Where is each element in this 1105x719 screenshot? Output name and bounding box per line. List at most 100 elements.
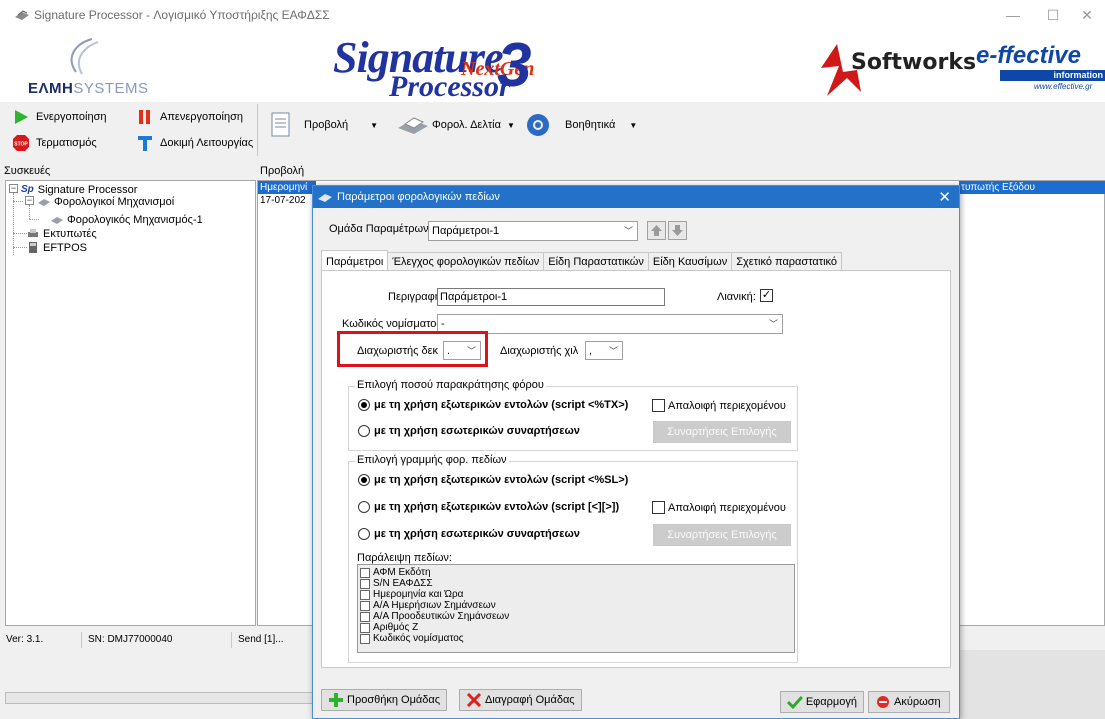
thousand-separator-select[interactable]: , ﹀ xyxy=(585,341,623,360)
cancel-icon xyxy=(877,696,889,708)
description-label: Περιγραφή: xyxy=(388,291,444,303)
tab-parameters[interactable]: Παράμετροι xyxy=(321,250,389,271)
apply-button[interactable]: Εφαρμογή xyxy=(780,691,864,713)
terminate-button[interactable]: STOP Τερματισμός xyxy=(12,134,97,152)
printer-icon xyxy=(28,229,38,237)
app-icon xyxy=(15,10,29,20)
printer-icon xyxy=(398,117,428,134)
list-item[interactable]: Ημερομηνία και Ώρα xyxy=(360,589,463,600)
list-item[interactable]: ΑΦΜ Εκδότη xyxy=(360,567,431,578)
fiscal-line-brackets-radio[interactable]: με τη χρήση εξωτερικών εντολών (script [… xyxy=(358,501,619,513)
withholding-group-title: Επιλογή ποσού παρακράτησης φόρου xyxy=(355,379,546,391)
app-icon xyxy=(318,194,332,202)
expand-root-toggle[interactable]: − xyxy=(9,184,18,193)
close-window-button[interactable]: ✕ xyxy=(1064,0,1105,30)
toolbar-separator xyxy=(257,104,258,156)
chevron-down-icon: ▼ xyxy=(629,120,638,130)
move-down-button[interactable] xyxy=(668,221,687,240)
delete-x-icon xyxy=(466,693,482,707)
tax-fields-dialog: Παράμετροι φορολογικών πεδίων ✕ Ομάδα Πα… xyxy=(312,185,960,719)
test-t-icon xyxy=(138,136,152,151)
plus-icon xyxy=(329,693,343,707)
column-header-date[interactable]: Ημερομηνί xyxy=(258,181,316,194)
column-header-output-printer[interactable]: τυπωτής Εξόδου xyxy=(959,181,1105,194)
list-item[interactable]: S/N ΕΑΦΔΣΣ xyxy=(360,578,433,589)
header-banner: EΛMHSYSTEMS Signature NextGen Processor … xyxy=(0,30,1105,103)
status-version: Ver: 3.1. xyxy=(0,632,82,648)
menu-view[interactable]: Προβολή ▼ xyxy=(270,112,378,138)
list-item[interactable]: Αριθμός Ζ xyxy=(360,622,418,633)
description-input[interactable]: Παράμετροι-1 xyxy=(437,288,665,306)
activate-button[interactable]: Ενεργοποίηση xyxy=(12,108,106,126)
play-icon xyxy=(15,110,28,124)
retail-checkbox[interactable]: ✓ xyxy=(760,289,773,302)
retail-label: Λιανική: xyxy=(717,291,756,303)
view-panel-title: Προβολή xyxy=(260,165,305,177)
list-item[interactable]: Κωδικός νομίσματος xyxy=(360,633,464,644)
chevron-down-icon: ﹀ xyxy=(608,346,618,356)
tab-related-document[interactable]: Σχετικό παραστατικό xyxy=(731,252,843,271)
tree-item-fiscal-device-1[interactable]: Φορολογικός Μηχανισμός-1 xyxy=(50,213,203,226)
fiscal-line-clear-checkbox[interactable]: Απαλοιφή περιεχομένου xyxy=(652,501,786,514)
devices-tree[interactable]: − − Sp Signature Processor Φορολογικοί Μ… xyxy=(5,180,256,626)
cancel-button[interactable]: Ακύρωση xyxy=(868,691,950,713)
elmh-logo: EΛMHSYSTEMS xyxy=(22,36,152,100)
expand-fiscal-toggle[interactable]: − xyxy=(25,196,34,205)
thousand-separator-label: Διαχωριστής χιλ xyxy=(500,345,579,357)
arrow-down-icon xyxy=(672,225,683,236)
tree-item-eftpos[interactable]: EFTPOS xyxy=(26,241,87,254)
tree-item-fiscal-devices[interactable]: Φορολογικοί Μηχανισμοί xyxy=(37,195,174,208)
window-title: Signature Processor - Λογισμικό Υποστήρι… xyxy=(34,8,330,22)
status-bar: Ver: 3.1. SN: DMJ77000040 Send [1]... xyxy=(0,630,320,650)
sp-logo-icon: Sp xyxy=(21,184,34,195)
fiscal-line-internal-radio[interactable]: με τη χρήση εσωτερικών συναρτήσεων xyxy=(358,528,580,540)
fiscal-line-sl-radio[interactable]: με τη χρήση εξωτερικών εντολών (script <… xyxy=(358,474,628,486)
withholding-internal-radio[interactable]: με τη χρήση εσωτερικών συναρτήσεων xyxy=(358,425,580,437)
devices-panel-title: Συσκευές xyxy=(4,165,51,177)
status-serial: SN: DMJ77000040 xyxy=(82,632,232,648)
currency-label: Κωδικός νομίσματος: xyxy=(342,318,445,330)
chevron-down-icon: ▼ xyxy=(370,120,379,130)
status-area xyxy=(960,650,1105,719)
currency-select[interactable]: - ﹀ xyxy=(437,314,783,334)
document-icon xyxy=(271,112,290,137)
test-operation-button[interactable]: Δοκιμή Λειτουργίας xyxy=(136,134,253,152)
decimal-separator-highlight xyxy=(337,331,488,367)
tab-fuel-types[interactable]: Είδη Καυσίμων xyxy=(647,252,733,271)
withholding-external-radio[interactable]: με τη χρήση εξωτερικών εντολών (script <… xyxy=(358,399,628,411)
withholding-functions-button[interactable]: Συναρτήσεις Επιλογής xyxy=(653,421,791,443)
menu-help[interactable]: Βοηθητικά ▼ xyxy=(525,112,637,138)
add-group-button[interactable]: Προσθήκη Ομάδας xyxy=(321,689,448,711)
param-group-select[interactable]: Παράμετροι-1 ﹀ xyxy=(428,221,638,241)
list-item[interactable]: Α/Α Ημερήσιων Σημάνσεων xyxy=(360,600,496,611)
checkmark-icon xyxy=(787,696,803,709)
skip-fields-label: Παράλειψη πεδίων: xyxy=(357,552,452,564)
delete-group-button[interactable]: Διαγραφή Ομάδας xyxy=(459,689,582,711)
move-up-button[interactable] xyxy=(647,221,666,240)
list-item[interactable]: Α/Α Προοδευτικών Σημάνσεων xyxy=(360,611,509,622)
effective-logo: e-ffective information technologies www.… xyxy=(976,42,1105,91)
dialog-close-icon[interactable]: ✕ xyxy=(938,188,951,206)
signature-processor-logo: Signature NextGen Processor 3 xyxy=(333,31,535,103)
cell-date: 17-07-202 xyxy=(260,195,306,206)
fiscal-line-group-title: Επιλογή γραμμής φορ. πεδίων xyxy=(355,454,509,466)
deactivate-button[interactable]: Απενεργοποίηση xyxy=(136,108,243,126)
status-send: Send [1]... xyxy=(238,634,284,645)
tree-item-printers[interactable]: Εκτυπωτές xyxy=(26,227,97,240)
param-group-label: Ομάδα Παραμέτρων xyxy=(329,223,429,235)
fiscal-line-functions-button[interactable]: Συναρτήσεις Επιλογής xyxy=(653,524,791,546)
dialog-title: Παράμετροι φορολογικών πεδίων xyxy=(337,191,500,203)
tab-document-types[interactable]: Είδη Παραστατικών xyxy=(543,252,649,271)
param-group-row: Ομάδα Παραμέτρων xyxy=(329,223,429,235)
card-terminal-icon xyxy=(29,242,37,253)
arrow-up-icon xyxy=(651,225,662,236)
svg-text:STOP: STOP xyxy=(14,142,28,148)
withholding-clear-checkbox[interactable]: Απαλοιφή περιεχομένου xyxy=(652,399,786,412)
skip-fields-list[interactable]: ΑΦΜ Εκδότη S/N ΕΑΦΔΣΣ Ημερομηνία και Ώρα… xyxy=(357,564,795,653)
tab-fields-check[interactable]: Έλεγχος φορολογικών πεδίων xyxy=(387,252,545,271)
printer-icon xyxy=(38,199,50,206)
menu-tax-receipts[interactable]: Φορολ. Δελτία ▼ xyxy=(396,114,515,136)
window-titlebar: Signature Processor - Λογισμικό Υποστήρι… xyxy=(0,0,1105,30)
chevron-down-icon: ﹀ xyxy=(768,319,778,329)
elmh-swirl-icon xyxy=(70,38,99,75)
